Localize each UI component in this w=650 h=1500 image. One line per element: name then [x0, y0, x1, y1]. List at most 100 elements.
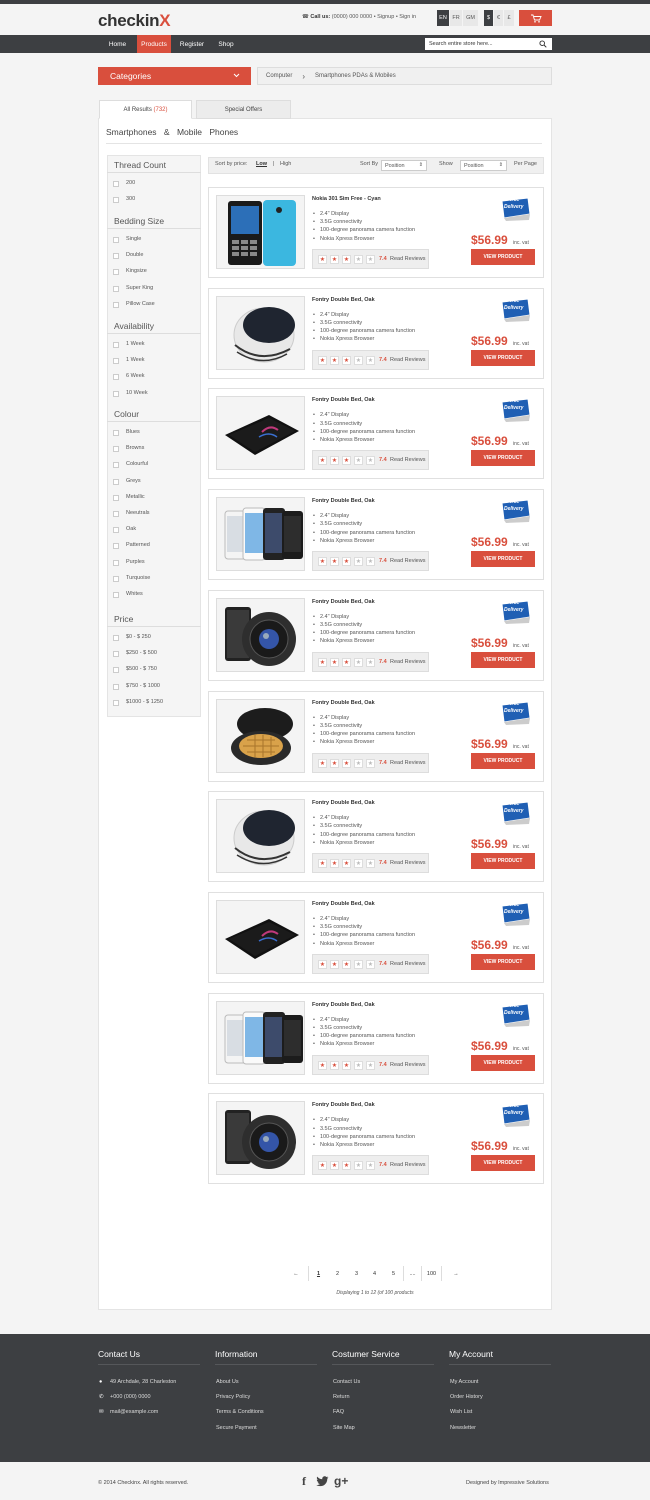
product-title[interactable]: Fontry Double Bed, Oak	[312, 700, 375, 706]
filter-option[interactable]: $250 - $ 500	[126, 650, 157, 656]
read-reviews-link[interactable]: Read Reviews	[390, 457, 425, 463]
filter-checkbox[interactable]	[113, 559, 119, 566]
filter-checkbox[interactable]	[113, 390, 119, 397]
filter-checkbox[interactable]	[113, 358, 119, 365]
product-image[interactable]	[216, 899, 305, 974]
search-icon[interactable]	[539, 40, 547, 48]
sort-select[interactable]: Position ⇕	[381, 160, 427, 171]
filter-checkbox[interactable]	[113, 635, 119, 641]
filter-option[interactable]: Whites	[126, 591, 143, 597]
lang-gm[interactable]: GM	[463, 10, 478, 26]
product-image[interactable]	[216, 1101, 305, 1176]
pager-page-3[interactable]: 3	[352, 1267, 361, 1280]
product-image[interactable]	[216, 396, 305, 471]
filter-option[interactable]: Super King	[126, 285, 153, 291]
filter-option[interactable]: Kingsize	[126, 268, 147, 274]
read-reviews-link[interactable]: Read Reviews	[390, 760, 425, 766]
filter-checkbox[interactable]	[113, 527, 119, 534]
filter-option[interactable]: Greys	[126, 478, 141, 484]
filter-option[interactable]: Double	[126, 252, 143, 258]
show-select[interactable]: Position ⇕	[460, 160, 507, 171]
filter-option[interactable]: Blues	[126, 429, 140, 435]
read-reviews-link[interactable]: Read Reviews	[390, 961, 425, 967]
filter-checkbox[interactable]	[113, 446, 119, 453]
product-title[interactable]: Fontry Double Bed, Oak	[312, 800, 375, 806]
filter-option[interactable]: 300	[126, 196, 135, 202]
filter-checkbox[interactable]	[113, 269, 119, 276]
filter-checkbox[interactable]	[113, 342, 119, 348]
footer-link[interactable]: FAQ	[333, 1409, 344, 1415]
pager-page-2[interactable]: 2	[333, 1267, 342, 1280]
filter-option[interactable]: $0 - $ 250	[126, 634, 151, 640]
view-product-button[interactable]: VIEW PRODUCT	[471, 349, 535, 366]
twitter-icon[interactable]	[316, 1476, 329, 1487]
filter-checkbox[interactable]	[113, 197, 119, 204]
search-input[interactable]: Search entire store here...	[425, 38, 552, 50]
filter-checkbox[interactable]	[113, 511, 119, 517]
categories-dropdown[interactable]: Categories	[98, 67, 251, 85]
filter-checkbox[interactable]	[113, 699, 119, 706]
filter-option[interactable]: 10 Week	[126, 390, 148, 396]
nav-shop[interactable]: Shop	[215, 35, 237, 53]
read-reviews-link[interactable]: Read Reviews	[390, 1162, 425, 1168]
product-image[interactable]	[216, 1000, 305, 1075]
filter-checkbox[interactable]	[113, 667, 119, 674]
product-image[interactable]	[216, 698, 305, 773]
tab-special-offers[interactable]: Special Offers	[196, 100, 291, 119]
footer-link[interactable]: Terms & Conditions	[216, 1409, 264, 1415]
filter-option[interactable]: 6 Week	[126, 373, 145, 379]
filter-option[interactable]: Browns	[126, 445, 144, 451]
logo[interactable]: checkinX	[98, 11, 171, 31]
filter-checkbox[interactable]	[113, 253, 119, 260]
read-reviews-link[interactable]: Read Reviews	[390, 357, 425, 363]
filter-checkbox[interactable]	[113, 301, 119, 308]
product-title[interactable]: Fontry Double Bed, Oak	[312, 599, 375, 605]
product-title[interactable]: Fontry Double Bed, Oak	[312, 1002, 375, 1008]
filter-option[interactable]: Turquoise	[126, 575, 150, 581]
google-plus-icon[interactable]: g+	[334, 1474, 348, 1488]
product-image[interactable]	[216, 497, 305, 572]
filter-checkbox[interactable]	[113, 592, 119, 598]
view-product-button[interactable]: VIEW PRODUCT	[471, 551, 535, 568]
filter-checkbox[interactable]	[113, 181, 119, 187]
footer-link[interactable]: My Account	[450, 1379, 478, 1385]
lang-en[interactable]: EN	[437, 10, 449, 26]
view-product-button[interactable]: VIEW PRODUCT	[471, 1054, 535, 1071]
product-image[interactable]	[216, 799, 305, 874]
view-product-button[interactable]: VIEW PRODUCT	[471, 450, 535, 467]
read-reviews-link[interactable]: Read Reviews	[390, 659, 425, 665]
filter-checkbox[interactable]	[113, 430, 119, 436]
footer-link[interactable]: Contact Us	[333, 1379, 360, 1385]
cart-button[interactable]	[519, 10, 552, 26]
read-reviews-link[interactable]: Read Reviews	[390, 558, 425, 564]
sort-low[interactable]: Low	[256, 161, 267, 167]
tab-all-results[interactable]: All Results (732)	[99, 100, 192, 119]
footer-link[interactable]: About Us	[216, 1379, 239, 1385]
product-title[interactable]: Fontry Double Bed, Oak	[312, 1102, 375, 1108]
nav-home[interactable]: Home	[104, 35, 131, 53]
filter-option[interactable]: Single	[126, 236, 141, 242]
filter-option[interactable]: Metallic	[126, 494, 145, 500]
product-image[interactable]	[216, 597, 305, 672]
pager-page-1[interactable]: 1	[314, 1267, 323, 1280]
filter-option[interactable]: $1000 - $ 1250	[126, 699, 163, 705]
read-reviews-link[interactable]: Read Reviews	[390, 1062, 425, 1068]
product-title[interactable]: Fontry Double Bed, Oak	[312, 397, 375, 403]
pager-prev[interactable]: ←	[290, 1267, 302, 1280]
facebook-icon[interactable]: f	[302, 1474, 306, 1489]
currency-gbp[interactable]: £	[504, 10, 514, 26]
product-title[interactable]: Fontry Double Bed, Oak	[312, 498, 375, 504]
view-product-button[interactable]: VIEW PRODUCT	[471, 853, 535, 870]
filter-option[interactable]: 200	[126, 180, 135, 186]
pager-page-5[interactable]: 5	[389, 1267, 398, 1280]
product-image[interactable]	[216, 295, 305, 370]
view-product-button[interactable]: VIEW PRODUCT	[471, 1155, 535, 1172]
footer-link[interactable]: Site Map	[333, 1425, 355, 1431]
signup-link[interactable]: Signup	[377, 14, 394, 20]
read-reviews-link[interactable]: Read Reviews	[390, 860, 425, 866]
filter-checkbox[interactable]	[113, 462, 119, 469]
lang-fr[interactable]: FR	[450, 10, 462, 26]
filter-checkbox[interactable]	[113, 651, 119, 658]
product-title[interactable]: Fontry Double Bed, Oak	[312, 901, 375, 907]
pager-page-4[interactable]: 4	[370, 1267, 379, 1280]
